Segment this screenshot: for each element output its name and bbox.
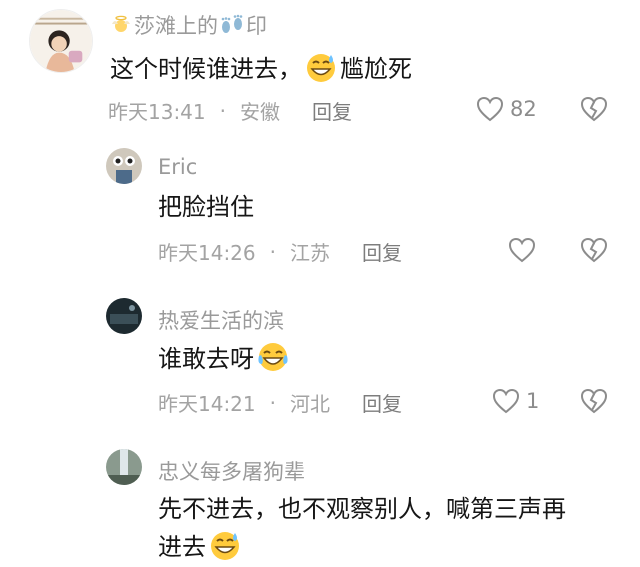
like-button[interactable] (508, 237, 542, 263)
separator: · (269, 390, 276, 415)
like-count: 82 (510, 97, 537, 121)
username[interactable]: 忠义每多屠狗辈 (158, 456, 305, 486)
comment-meta: 昨天13:41 · 安徽 回复 (108, 96, 352, 125)
username[interactable]: 莎滩上的 印 (110, 10, 267, 40)
sweat-smile-emoji-icon (304, 50, 338, 84)
like-button[interactable]: 82 (476, 96, 537, 122)
comment-text: 谁敢去呀 (158, 340, 292, 376)
avatar[interactable] (106, 148, 142, 184)
location: 河北 (290, 392, 330, 416)
location: 安徽 (240, 100, 280, 124)
comment-meta: 昨天14:26 · 江苏 回复 (158, 237, 402, 266)
username[interactable]: Eric (158, 155, 197, 179)
sweat-smile-emoji-icon (208, 528, 242, 562)
avatar[interactable] (106, 449, 142, 485)
reply-button[interactable]: 回复 (362, 237, 402, 266)
location: 江苏 (290, 241, 330, 265)
angel-emoji-icon (110, 14, 132, 36)
avatar[interactable] (29, 9, 93, 73)
comment-text: 先不进去，也不观察别人，喊第三声再 (158, 495, 566, 523)
reply-button[interactable]: 回复 (362, 388, 402, 417)
heart-outline-icon (476, 96, 504, 122)
timestamp: 昨天14:26 (158, 241, 256, 265)
comment-meta: 昨天14:21 · 河北 回复 (158, 388, 402, 417)
dislike-button[interactable] (580, 388, 608, 418)
separator: · (219, 98, 226, 123)
comment-text-continued: 进去 (158, 528, 244, 564)
broken-heart-icon (580, 237, 608, 263)
separator: · (269, 239, 276, 264)
broken-heart-icon (580, 96, 608, 122)
timestamp: 昨天14:21 (158, 392, 256, 416)
comment-text: 把脸挡住 (158, 193, 254, 221)
dislike-button[interactable] (580, 237, 608, 267)
dislike-button[interactable] (580, 96, 608, 126)
footprints-icon (218, 14, 246, 36)
broken-heart-icon (580, 388, 608, 414)
tears-of-joy-emoji-icon (256, 340, 290, 374)
reply-button[interactable]: 回复 (312, 96, 352, 125)
like-count: 1 (526, 389, 540, 413)
like-button[interactable]: 1 (492, 388, 539, 414)
username[interactable]: 热爱生活的滨 (158, 305, 284, 335)
heart-outline-icon (508, 237, 536, 263)
timestamp: 昨天13:41 (108, 100, 206, 124)
avatar[interactable] (106, 298, 142, 334)
comment-text: 这个时候谁进去， 尴尬死 (110, 50, 412, 86)
heart-outline-icon (492, 388, 520, 414)
